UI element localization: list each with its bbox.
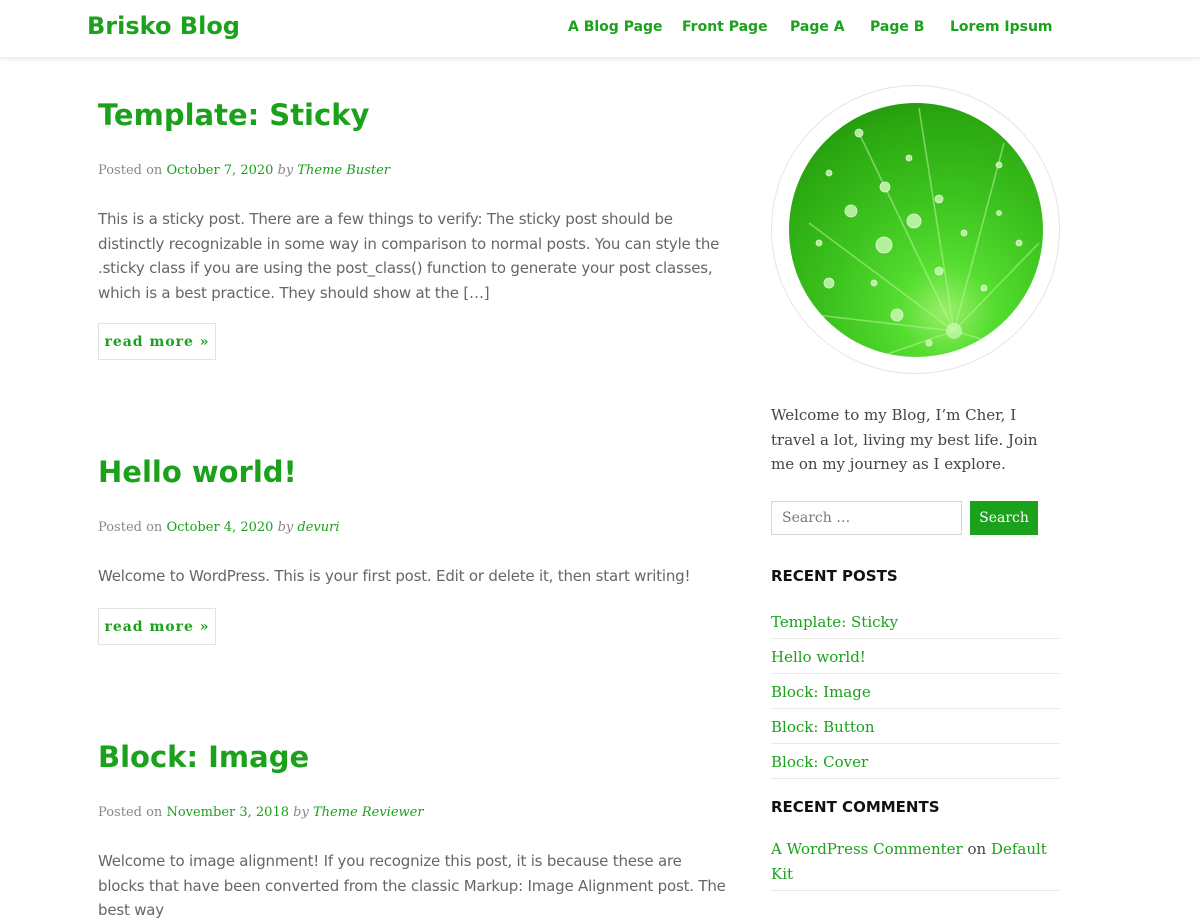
- nav-item-page-a[interactable]: Page A: [790, 19, 845, 35]
- post-entry: Block: Image Posted on November 3, 2018 …: [98, 739, 728, 919]
- search-input[interactable]: [771, 501, 962, 535]
- post-meta: Posted on November 3, 2018 by Theme Revi…: [98, 805, 424, 820]
- post-excerpt: This is a sticky post. There are a few t…: [98, 210, 720, 302]
- list-item: Hello world!: [771, 640, 1060, 674]
- post-title[interactable]: Block: Image: [98, 739, 728, 775]
- post-excerpt: Welcome to WordPress. This is your first…: [98, 567, 691, 585]
- post-author-link[interactable]: devuri: [297, 520, 339, 535]
- recent-post-link[interactable]: Hello world!: [771, 648, 866, 666]
- post-author-link[interactable]: Theme Buster: [297, 163, 390, 178]
- posted-on-label: Posted on: [98, 520, 163, 535]
- post-title[interactable]: Hello world!: [98, 454, 728, 490]
- avatar: [789, 103, 1043, 357]
- post-author-link[interactable]: Theme Reviewer: [313, 805, 424, 820]
- comment-on-label: on: [967, 840, 987, 858]
- list-item: Block: Cover: [771, 745, 1060, 779]
- posted-on-label: Posted on: [98, 805, 163, 820]
- read-more-button[interactable]: read more »: [98, 323, 216, 360]
- search-button[interactable]: Search: [970, 501, 1038, 535]
- post-date-link[interactable]: November 3, 2018: [166, 805, 289, 820]
- comment-author-link[interactable]: A WordPress Commenter: [771, 840, 963, 858]
- nav-item-front-page[interactable]: Front Page: [682, 19, 768, 35]
- posted-on-label: Posted on: [98, 163, 163, 178]
- post-date-link[interactable]: October 4, 2020: [166, 520, 273, 535]
- recent-posts-title: RECENT POSTS: [771, 567, 898, 585]
- recent-post-link[interactable]: Block: Cover: [771, 753, 868, 771]
- recent-post-link[interactable]: Block: Button: [771, 718, 875, 736]
- by-label: by: [277, 520, 294, 535]
- post-date-link[interactable]: October 7, 2020: [166, 163, 273, 178]
- nav-item-lorem-ipsum[interactable]: Lorem Ipsum: [950, 19, 1053, 35]
- post-entry: Hello world! Posted on October 4, 2020 b…: [98, 454, 728, 645]
- author-intro: Welcome to my Blog, I’m Cher, I travel a…: [771, 406, 1038, 473]
- recent-post-link[interactable]: Template: Sticky: [771, 613, 898, 631]
- leaf-photo-icon: [798, 103, 1043, 357]
- recent-comment-item: A WordPress Commenter on Default Kit: [771, 837, 1060, 891]
- nav-item-page-b[interactable]: Page B: [870, 19, 924, 35]
- read-more-button[interactable]: read more »: [98, 608, 216, 645]
- site-header: Brisko Blog A Blog Page Front Page Page …: [0, 0, 1200, 58]
- list-item: Template: Sticky: [771, 605, 1060, 639]
- by-label: by: [293, 805, 309, 820]
- list-item: Block: Button: [771, 710, 1060, 744]
- avatar-frame: [771, 85, 1060, 374]
- list-item: Block: Image: [771, 675, 1060, 709]
- post-title[interactable]: Template: Sticky: [98, 97, 728, 133]
- recent-post-link[interactable]: Block: Image: [771, 683, 871, 701]
- post-meta: Posted on October 7, 2020 by Theme Buste…: [98, 163, 390, 178]
- main-navigation: A Blog Page Front Page Page A Page B Lor…: [0, 19, 1200, 41]
- post-meta: Posted on October 4, 2020 by devuri: [98, 520, 339, 535]
- post-excerpt: Welcome to image alignment! If you recog…: [98, 852, 726, 919]
- post-entry: Template: Sticky Posted on October 7, 20…: [98, 97, 728, 360]
- nav-item-a-blog-page[interactable]: A Blog Page: [568, 19, 663, 35]
- recent-comments-title: RECENT COMMENTS: [771, 798, 940, 816]
- by-label: by: [277, 163, 294, 178]
- recent-posts-list: Template: Sticky Hello world! Block: Ima…: [771, 605, 1060, 780]
